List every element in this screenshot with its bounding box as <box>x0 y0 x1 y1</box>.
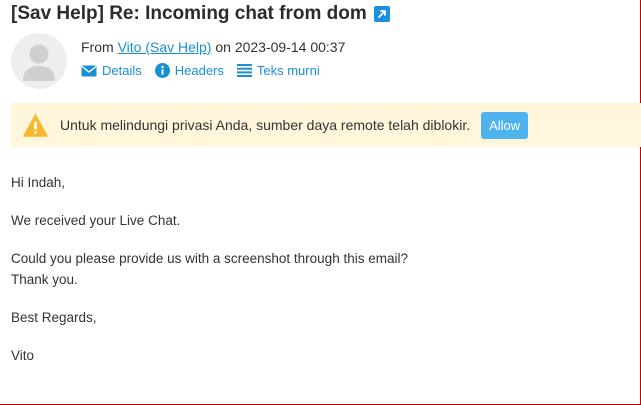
body-line: Could you please provide us with a scree… <box>11 251 408 266</box>
headers-link[interactable]: Headers <box>154 63 224 78</box>
headers-label: Headers <box>174 63 224 78</box>
allow-button[interactable]: Allow <box>481 111 529 139</box>
body-line: Vito <box>11 348 35 363</box>
from-line: From Vito (Sav Help) on 2023-09-14 00:37 <box>81 39 345 55</box>
body-line: Best Regards, <box>11 310 97 325</box>
plain-text-link[interactable]: Teks murni <box>236 63 320 78</box>
message-subject: [Sav Help] Re: Incoming chat from dom <box>11 3 390 25</box>
message-date: 2023-09-14 00:37 <box>234 39 346 55</box>
notice-text: Untuk melindungi privasi Anda, sumber da… <box>60 117 471 133</box>
message-frame: [Sav Help] Re: Incoming chat from dom Fr… <box>0 0 641 405</box>
message-actions: Details Headers Teks murni <box>81 63 333 78</box>
body-line: We received your Live Chat. <box>11 213 181 228</box>
person-icon <box>23 44 55 81</box>
remote-content-notice: Untuk melindungi privasi Anda, sumber da… <box>11 103 641 147</box>
envelope-icon <box>81 65 97 77</box>
sender-avatar <box>11 33 67 89</box>
sender-link[interactable]: Vito (Sav Help) <box>118 39 212 55</box>
warning-icon <box>23 113 48 137</box>
from-label: From <box>81 39 114 55</box>
message-body: Hi Indah, We received your Live Chat. Co… <box>11 172 408 366</box>
date-prefix: on <box>215 39 231 55</box>
details-label: Details <box>102 63 142 78</box>
open-in-new-window-icon[interactable] <box>373 6 390 22</box>
info-icon <box>154 63 170 78</box>
subject-text: [Sav Help] Re: Incoming chat from dom <box>11 3 367 24</box>
body-line: Thank you. <box>11 272 78 287</box>
body-line: Hi Indah, <box>11 175 66 190</box>
plain-text-label: Teks murni <box>256 63 320 78</box>
list-icon <box>236 64 252 77</box>
details-link[interactable]: Details <box>81 63 142 78</box>
